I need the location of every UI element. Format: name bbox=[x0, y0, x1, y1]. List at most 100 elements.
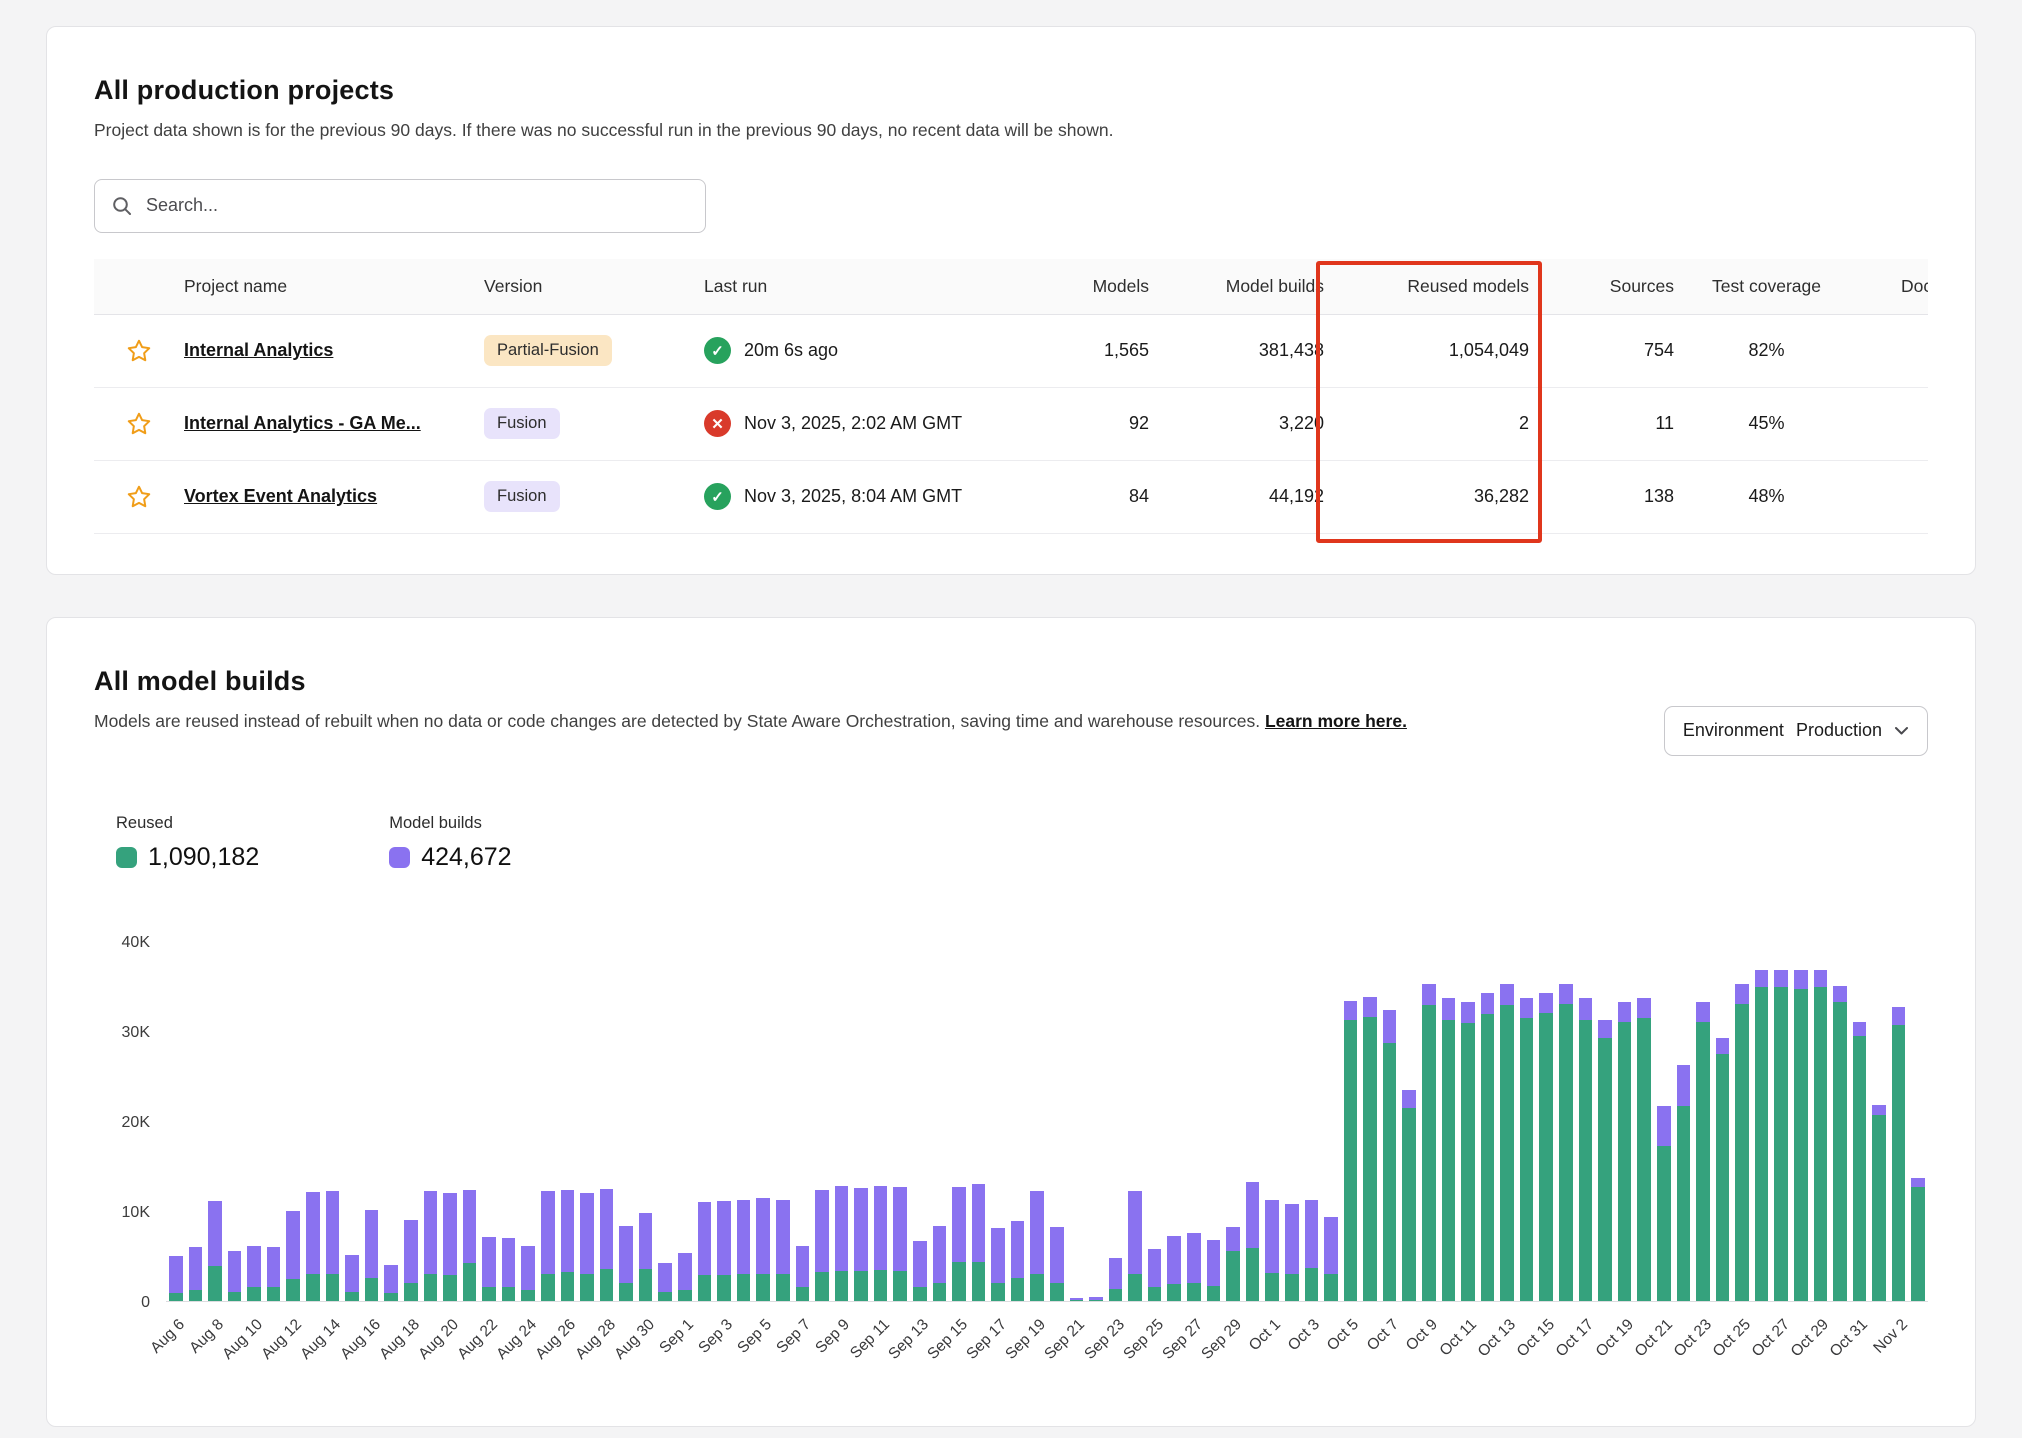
bar-oct-20[interactable] bbox=[1637, 942, 1651, 1301]
bar-oct-15[interactable] bbox=[1539, 942, 1553, 1301]
bar-oct-21[interactable] bbox=[1657, 942, 1671, 1301]
bar-sep-29[interactable] bbox=[1226, 942, 1240, 1301]
bar-oct-30[interactable] bbox=[1833, 942, 1847, 1301]
bar-aug-16[interactable] bbox=[365, 942, 379, 1301]
bar-aug-9[interactable] bbox=[228, 942, 242, 1301]
bar-sep-23[interactable] bbox=[1109, 942, 1123, 1301]
bar-nov-3[interactable] bbox=[1911, 942, 1925, 1301]
bar-sep-20[interactable] bbox=[1050, 942, 1064, 1301]
bar-aug-7[interactable] bbox=[189, 942, 203, 1301]
bar-sep-9[interactable] bbox=[835, 942, 849, 1301]
bar-sep-25[interactable] bbox=[1148, 942, 1162, 1301]
bar-oct-23[interactable] bbox=[1696, 942, 1710, 1301]
bar-sep-10[interactable] bbox=[854, 942, 868, 1301]
bar-sep-1[interactable] bbox=[678, 942, 692, 1301]
bar-oct-17[interactable] bbox=[1579, 942, 1593, 1301]
bar-oct-9[interactable] bbox=[1422, 942, 1436, 1301]
bar-sep-28[interactable] bbox=[1207, 942, 1221, 1301]
bar-sep-19[interactable] bbox=[1030, 942, 1044, 1301]
bar-sep-30[interactable] bbox=[1246, 942, 1260, 1301]
bar-aug-21[interactable] bbox=[463, 942, 477, 1301]
table-row[interactable]: Internal Analytics - GA Me... Fusion ✕No… bbox=[94, 388, 1928, 461]
bar-oct-5[interactable] bbox=[1344, 942, 1358, 1301]
bar-aug-17[interactable] bbox=[384, 942, 398, 1301]
environment-select[interactable]: Environment Production bbox=[1664, 706, 1928, 756]
favorite-star-icon[interactable] bbox=[125, 483, 153, 511]
bar-aug-14[interactable] bbox=[326, 942, 340, 1301]
bar-sep-4[interactable] bbox=[737, 942, 751, 1301]
bar-oct-12[interactable] bbox=[1481, 942, 1495, 1301]
bar-oct-31[interactable] bbox=[1853, 942, 1867, 1301]
bar-aug-27[interactable] bbox=[580, 942, 594, 1301]
bar-oct-25[interactable] bbox=[1735, 942, 1749, 1301]
bar-sep-12[interactable] bbox=[893, 942, 907, 1301]
bar-oct-2[interactable] bbox=[1285, 942, 1299, 1301]
bar-aug-30[interactable] bbox=[639, 942, 653, 1301]
bar-oct-11[interactable] bbox=[1461, 942, 1475, 1301]
bar-sep-21[interactable] bbox=[1070, 942, 1084, 1301]
favorite-star-icon[interactable] bbox=[125, 337, 153, 365]
bar-sep-26[interactable] bbox=[1167, 942, 1181, 1301]
bar-sep-6[interactable] bbox=[776, 942, 790, 1301]
project-name-link[interactable]: Vortex Event Analytics bbox=[184, 486, 377, 506]
bar-oct-28[interactable] bbox=[1794, 942, 1808, 1301]
bar-oct-7[interactable] bbox=[1383, 942, 1397, 1301]
bar-aug-12[interactable] bbox=[286, 942, 300, 1301]
bar-oct-19[interactable] bbox=[1618, 942, 1632, 1301]
project-name-link[interactable]: Internal Analytics bbox=[184, 340, 333, 360]
bar-aug-6[interactable] bbox=[169, 942, 183, 1301]
search-input[interactable] bbox=[146, 195, 689, 216]
bar-aug-24[interactable] bbox=[521, 942, 535, 1301]
project-name-link[interactable]: Internal Analytics - GA Me... bbox=[184, 413, 421, 433]
bar-aug-23[interactable] bbox=[502, 942, 516, 1301]
bar-oct-22[interactable] bbox=[1677, 942, 1691, 1301]
bar-aug-26[interactable] bbox=[561, 942, 575, 1301]
bar-aug-19[interactable] bbox=[424, 942, 438, 1301]
bar-aug-20[interactable] bbox=[443, 942, 457, 1301]
bar-oct-3[interactable] bbox=[1305, 942, 1319, 1301]
bar-sep-16[interactable] bbox=[972, 942, 986, 1301]
bar-oct-10[interactable] bbox=[1442, 942, 1456, 1301]
bar-oct-13[interactable] bbox=[1500, 942, 1514, 1301]
bar-oct-18[interactable] bbox=[1598, 942, 1612, 1301]
bar-oct-14[interactable] bbox=[1520, 942, 1534, 1301]
bar-oct-29[interactable] bbox=[1814, 942, 1828, 1301]
bar-sep-18[interactable] bbox=[1011, 942, 1025, 1301]
bar-aug-11[interactable] bbox=[267, 942, 281, 1301]
bar-nov-1[interactable] bbox=[1872, 942, 1886, 1301]
bar-sep-15[interactable] bbox=[952, 942, 966, 1301]
bar-sep-22[interactable] bbox=[1089, 942, 1103, 1301]
bar-aug-22[interactable] bbox=[482, 942, 496, 1301]
bar-aug-8[interactable] bbox=[208, 942, 222, 1301]
bar-aug-15[interactable] bbox=[345, 942, 359, 1301]
bar-sep-14[interactable] bbox=[933, 942, 947, 1301]
bar-aug-18[interactable] bbox=[404, 942, 418, 1301]
bar-oct-1[interactable] bbox=[1265, 942, 1279, 1301]
favorite-star-icon[interactable] bbox=[125, 410, 153, 438]
bar-oct-16[interactable] bbox=[1559, 942, 1573, 1301]
learn-more-link[interactable]: Learn more here. bbox=[1265, 711, 1407, 731]
bar-oct-24[interactable] bbox=[1716, 942, 1730, 1301]
bar-oct-8[interactable] bbox=[1402, 942, 1416, 1301]
bar-sep-13[interactable] bbox=[913, 942, 927, 1301]
bar-sep-11[interactable] bbox=[874, 942, 888, 1301]
bar-aug-29[interactable] bbox=[619, 942, 633, 1301]
bar-oct-4[interactable] bbox=[1324, 942, 1338, 1301]
bar-sep-2[interactable] bbox=[698, 942, 712, 1301]
bar-aug-25[interactable] bbox=[541, 942, 555, 1301]
bar-sep-24[interactable] bbox=[1128, 942, 1142, 1301]
bar-oct-6[interactable] bbox=[1363, 942, 1377, 1301]
bar-sep-7[interactable] bbox=[796, 942, 810, 1301]
bar-aug-10[interactable] bbox=[247, 942, 261, 1301]
bar-sep-3[interactable] bbox=[717, 942, 731, 1301]
bar-aug-31[interactable] bbox=[658, 942, 672, 1301]
bar-sep-8[interactable] bbox=[815, 942, 829, 1301]
bar-sep-27[interactable] bbox=[1187, 942, 1201, 1301]
bar-oct-27[interactable] bbox=[1774, 942, 1788, 1301]
table-row[interactable]: Vortex Event Analytics Fusion ✓Nov 3, 20… bbox=[94, 461, 1928, 534]
bar-aug-13[interactable] bbox=[306, 942, 320, 1301]
bar-nov-2[interactable] bbox=[1892, 942, 1906, 1301]
table-row[interactable]: Internal Analytics Partial-Fusion ✓20m 6… bbox=[94, 315, 1928, 388]
bar-sep-17[interactable] bbox=[991, 942, 1005, 1301]
bar-oct-26[interactable] bbox=[1755, 942, 1769, 1301]
